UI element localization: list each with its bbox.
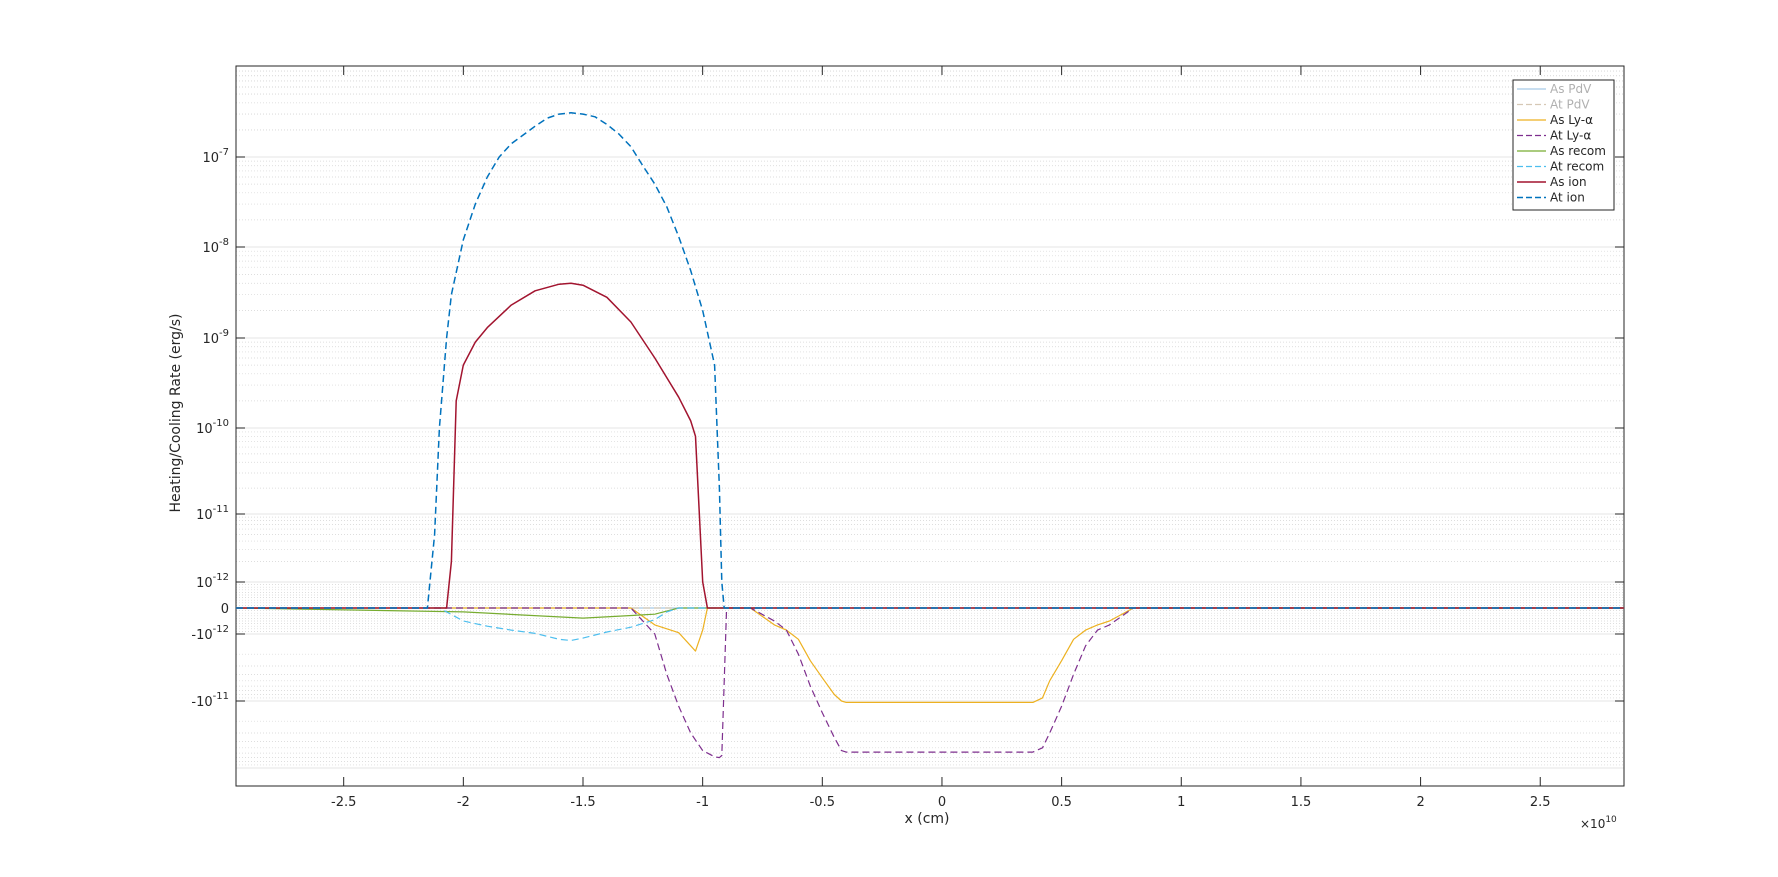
legend-label: As Ly-α — [1550, 113, 1593, 127]
y-tick-base: 0 — [221, 602, 229, 617]
y-tick-exponent: -7 — [219, 147, 229, 158]
y-axis-label: Heating/Cooling Rate (erg/s) — [168, 314, 184, 513]
y-tick-base: 10 — [202, 151, 219, 166]
y-tick-exponent: -11 — [213, 691, 229, 702]
x-tick-label: 2.5 — [1530, 795, 1551, 810]
figure-background — [0, 0, 1778, 877]
x-tick-label: -2 — [457, 795, 470, 810]
y-tick-exponent: -10 — [213, 418, 229, 429]
x-exponent-power: 10 — [1605, 815, 1617, 825]
x-tick-label: 1 — [1177, 795, 1185, 810]
y-tick-base: 10 — [202, 332, 219, 347]
y-tick-base: 10 — [202, 241, 219, 256]
legend[interactable]: As PdV At PdVAs Ly-α At Ly-αAs recom At rec… — [1512, 79, 1615, 211]
legend-label: As PdV — [1550, 82, 1592, 96]
y-tick-base: -10 — [191, 695, 212, 710]
chart-figure: -2.5 -2 -1.5 -1 -0.5 0 0.5 1 1.5 2 2.5 10-710-810-… — [0, 0, 1778, 877]
y-tick-label: 0 — [221, 602, 229, 617]
legend-label: At ion — [1550, 191, 1585, 205]
x-tick-label: 2 — [1416, 795, 1424, 810]
x-tick-label: 0.5 — [1051, 795, 1072, 810]
legend-label: At Ly-α — [1550, 129, 1591, 143]
x-tick-label: -2.5 — [331, 795, 356, 810]
x-tick-label: -1.5 — [570, 795, 595, 810]
x-tick-label: -1 — [696, 795, 709, 810]
legend-label: At recom — [1550, 160, 1604, 174]
y-tick-exponent: -11 — [213, 504, 229, 515]
y-tick-exponent: -12 — [213, 572, 229, 583]
legend-label: At PdV — [1550, 98, 1590, 112]
x-exponent-base: ×10 — [1580, 817, 1605, 831]
legend-label: As recom — [1550, 144, 1606, 158]
y-tick-base: 10 — [196, 508, 213, 523]
x-tick-label: 1.5 — [1291, 795, 1312, 810]
y-tick-base: 10 — [196, 422, 213, 437]
x-tick-label: -0.5 — [810, 795, 835, 810]
legend-label: As ion — [1550, 175, 1587, 189]
y-tick-base: -10 — [191, 628, 212, 643]
x-tick-label: 0 — [938, 795, 946, 810]
y-tick-exponent: -9 — [219, 328, 229, 339]
y-tick-base: 10 — [196, 576, 213, 591]
y-tick-exponent: -12 — [213, 624, 229, 635]
x-axis-label: x (cm) — [905, 811, 950, 827]
y-tick-exponent: -8 — [219, 237, 229, 248]
